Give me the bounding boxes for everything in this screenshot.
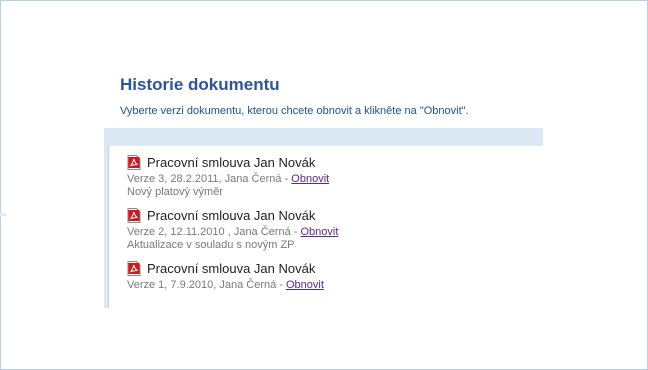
version-meta: Verze 1, 7.9.2010, Jana Černá - Obnovit: [127, 279, 324, 292]
version-meta: Verze 2, 12.11.2010 , Jana Černá - Obnov…: [127, 226, 338, 239]
dialog-instruction: Vyberte verzi dokumentu, kterou chcete o…: [120, 105, 469, 117]
document-line: Pracovní smlouva Jan Novák: [127, 260, 324, 276]
restore-link[interactable]: Obnovit: [300, 226, 338, 238]
version-item: Pracovní smlouva Jan Novák Verze 1, 7.9.…: [127, 260, 324, 292]
version-meta-text: Verze 1, 7.9.2010, Jana Černá: [127, 279, 277, 291]
version-meta-text: Verze 2, 12.11.2010 , Jana Černá: [127, 226, 291, 238]
pdf-file-icon: [127, 207, 141, 223]
pdf-file-icon: [127, 260, 141, 276]
restore-link[interactable]: Obnovit: [286, 279, 324, 291]
document-name[interactable]: Pracovní smlouva Jan Novák: [147, 155, 315, 170]
version-note: Nový platový výměr: [127, 186, 223, 198]
document-name[interactable]: Pracovní smlouva Jan Novák: [147, 208, 315, 223]
dialog-header: Historie dokumentu Vyberte verzi dokumen…: [120, 74, 469, 118]
document-line: Pracovní smlouva Jan Novák: [127, 154, 329, 170]
pdf-file-icon: [127, 154, 141, 170]
version-meta-text: Verze 3, 28.2.2011, Jana Černá: [127, 173, 282, 185]
document-name[interactable]: Pracovní smlouva Jan Novák: [147, 261, 315, 276]
version-item: Pracovní smlouva Jan Novák Verze 2, 12.1…: [127, 207, 338, 252]
dialog-title: Historie dokumentu: [120, 75, 280, 94]
meta-separator: -: [281, 173, 292, 185]
restore-link[interactable]: Obnovit: [291, 173, 329, 185]
document-line: Pracovní smlouva Jan Novák: [127, 207, 338, 223]
meta-separator: -: [276, 279, 286, 291]
version-item: Pracovní smlouva Jan Novák Verze 3, 28.2…: [127, 154, 329, 199]
version-note: Aktualizace v souladu s novým ZP: [127, 239, 295, 251]
version-meta: Verze 3, 28.2.2011, Jana Černá - Obnovit: [127, 173, 329, 186]
edge-mark: [0, 213, 6, 216]
